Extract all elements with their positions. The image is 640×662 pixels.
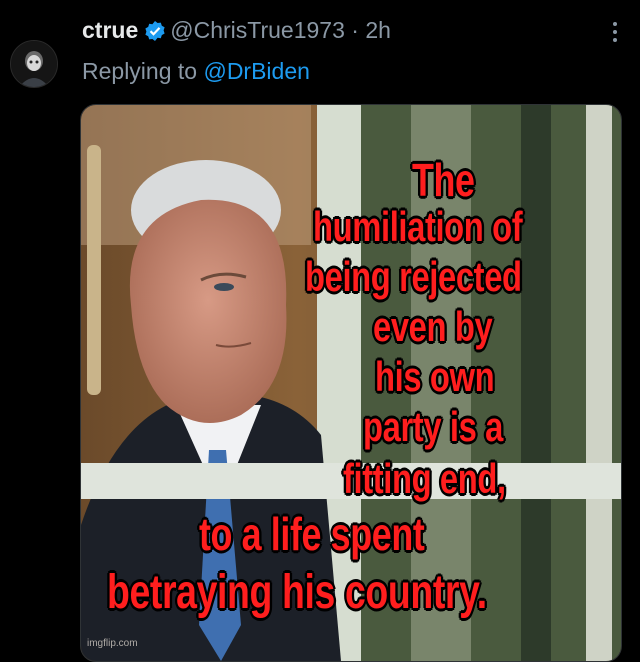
meme-line: The bbox=[412, 154, 475, 206]
meme-line: fitting end, bbox=[343, 455, 506, 502]
more-icon[interactable] bbox=[612, 22, 618, 48]
meme-line: betraying his country. bbox=[107, 566, 487, 619]
meme-line: being rejected bbox=[305, 253, 522, 300]
avatar[interactable] bbox=[10, 40, 58, 88]
replying-prefix: Replying to bbox=[82, 58, 198, 84]
meme-line: party is a bbox=[363, 403, 503, 450]
tweet-time[interactable]: 2h bbox=[365, 17, 391, 43]
verified-badge-icon bbox=[144, 18, 166, 50]
display-name[interactable]: ctrue bbox=[82, 17, 138, 43]
replying-to: Replying to @DrBiden bbox=[82, 56, 310, 86]
tweet-media-image[interactable]: The humiliation of being rejected even b… bbox=[80, 104, 622, 662]
imgflip-watermark: imgflip.com bbox=[87, 638, 138, 649]
replying-to-mention[interactable]: @DrBiden bbox=[203, 58, 309, 84]
user-handle[interactable]: @ChrisTrue1973 bbox=[170, 17, 345, 43]
meme-line: to a life spent bbox=[199, 508, 425, 560]
avatar-image bbox=[11, 41, 57, 87]
tweet-header: ctrue @ChrisTrue1973 · 2h bbox=[82, 14, 620, 54]
separator-dot: · bbox=[351, 17, 359, 43]
meme-line: humiliation of bbox=[313, 203, 523, 250]
meme-text: The humiliation of being rejected even b… bbox=[81, 105, 621, 661]
meme-line: even by bbox=[373, 303, 493, 350]
meme-line: his own bbox=[375, 353, 495, 400]
